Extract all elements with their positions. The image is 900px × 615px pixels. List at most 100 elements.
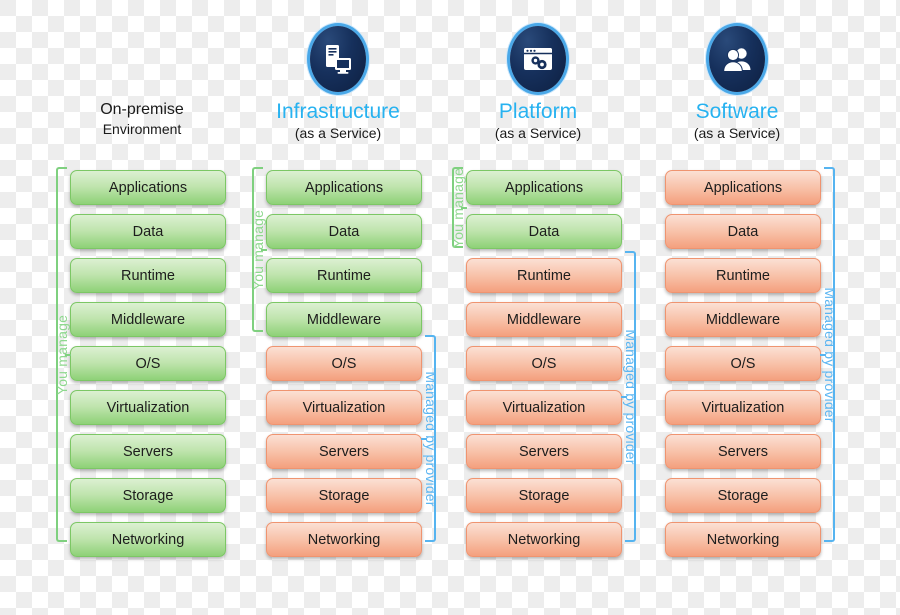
- layer-label: Applications: [108, 179, 188, 196]
- layer-label: Storage: [122, 487, 174, 504]
- layer-box-infrastructure-virtualization[interactable]: Virtualization: [266, 390, 422, 425]
- layer-label: Servers: [319, 443, 369, 460]
- layer-box-on-premise-o-s[interactable]: O/S: [70, 346, 226, 381]
- layer-label: Applications: [304, 179, 384, 196]
- service-model-column-software: Software (as a Service) Applications Dat…: [637, 0, 837, 615]
- layer-stack-infrastructure: Applications Data Runtime Middleware O/S…: [266, 170, 422, 566]
- layer-box-infrastructure-servers[interactable]: Servers: [266, 434, 422, 469]
- layer-label: Networking: [111, 531, 185, 548]
- layer-box-infrastructure-middleware[interactable]: Middleware: [266, 302, 422, 337]
- layer-label: Networking: [307, 531, 381, 548]
- column-header-platform: Platform (as a Service): [438, 26, 638, 142]
- layer-label: Virtualization: [302, 399, 386, 416]
- service-model-column-platform: Platform (as a Service) Applications Dat…: [438, 0, 638, 615]
- layer-label: Applications: [504, 179, 584, 196]
- layer-box-platform-middleware[interactable]: Middleware: [466, 302, 622, 337]
- layer-stack-on-premise: Applications Data Runtime Middleware O/S…: [70, 170, 226, 566]
- layer-box-infrastructure-data[interactable]: Data: [266, 214, 422, 249]
- layer-box-infrastructure-applications[interactable]: Applications: [266, 170, 422, 205]
- you-manage-label: You manage: [249, 209, 266, 290]
- layer-box-on-premise-data[interactable]: Data: [70, 214, 226, 249]
- layer-label: Virtualization: [502, 399, 586, 416]
- layer-label: Runtime: [317, 267, 371, 284]
- layer-label: Data: [727, 223, 759, 240]
- layer-label: Data: [528, 223, 560, 240]
- layer-box-software-applications[interactable]: Applications: [665, 170, 821, 205]
- layer-box-platform-networking[interactable]: Networking: [466, 522, 622, 557]
- browser-gears-icon: [510, 26, 566, 92]
- layer-label: O/S: [730, 355, 756, 372]
- column-title-software: Software: [695, 100, 779, 123]
- layer-label: Middleware: [506, 311, 582, 328]
- column-subtitle-infrastructure: (as a Service): [294, 125, 382, 141]
- server-monitor-icon: [310, 26, 366, 92]
- managed-by-provider-bracket-software: Managed by provider: [820, 167, 838, 542]
- layer-label: Servers: [718, 443, 768, 460]
- layer-box-on-premise-servers[interactable]: Servers: [70, 434, 226, 469]
- column-subtitle-platform: (as a Service): [494, 125, 582, 141]
- layer-label: Data: [328, 223, 360, 240]
- layer-box-software-storage[interactable]: Storage: [665, 478, 821, 513]
- column-header-on-premise: On-premise Environment: [42, 26, 242, 138]
- layer-box-on-premise-networking[interactable]: Networking: [70, 522, 226, 557]
- layer-box-on-premise-runtime[interactable]: Runtime: [70, 258, 226, 293]
- layer-box-platform-storage[interactable]: Storage: [466, 478, 622, 513]
- layer-box-platform-data[interactable]: Data: [466, 214, 622, 249]
- layer-label: Middleware: [705, 311, 781, 328]
- column-subtitle-software: (as a Service): [693, 125, 781, 141]
- cloud-service-models-diagram: On-premise Environment Applications Data…: [0, 0, 900, 615]
- layer-label: Networking: [706, 531, 780, 548]
- layer-box-software-runtime[interactable]: Runtime: [665, 258, 821, 293]
- you-manage-label: You manage: [53, 314, 70, 395]
- layer-box-on-premise-virtualization[interactable]: Virtualization: [70, 390, 226, 425]
- layer-label: Virtualization: [106, 399, 190, 416]
- layer-box-software-data[interactable]: Data: [665, 214, 821, 249]
- layer-label: Applications: [703, 179, 783, 196]
- managed-by-provider-label: Managed by provider: [821, 286, 838, 423]
- layer-box-platform-o-s[interactable]: O/S: [466, 346, 622, 381]
- layer-box-software-networking[interactable]: Networking: [665, 522, 821, 557]
- column-header-software: Software (as a Service): [637, 26, 837, 142]
- layer-label: Servers: [519, 443, 569, 460]
- layer-box-infrastructure-networking[interactable]: Networking: [266, 522, 422, 557]
- column-header-infrastructure: Infrastructure (as a Service): [238, 26, 438, 142]
- layer-box-software-servers[interactable]: Servers: [665, 434, 821, 469]
- layer-box-software-o-s[interactable]: O/S: [665, 346, 821, 381]
- layer-label: Storage: [717, 487, 769, 504]
- you-manage-bracket-on-premise: You manage: [53, 167, 71, 542]
- managed-by-provider-label: Managed by provider: [422, 370, 439, 507]
- you-manage-bracket-platform: You manage: [450, 167, 467, 248]
- layer-label: O/S: [135, 355, 161, 372]
- layer-box-platform-virtualization[interactable]: Virtualization: [466, 390, 622, 425]
- layer-box-platform-servers[interactable]: Servers: [466, 434, 622, 469]
- layer-label: Middleware: [110, 311, 186, 328]
- layer-label: Storage: [518, 487, 570, 504]
- layer-stack-software: Applications Data Runtime Middleware O/S…: [665, 170, 821, 566]
- column-title-platform: Platform: [498, 100, 578, 123]
- layer-label: Data: [132, 223, 164, 240]
- layer-box-infrastructure-o-s[interactable]: O/S: [266, 346, 422, 381]
- layer-box-on-premise-storage[interactable]: Storage: [70, 478, 226, 513]
- you-manage-bracket-infrastructure: You manage: [249, 167, 267, 332]
- layer-box-on-premise-middleware[interactable]: Middleware: [70, 302, 226, 337]
- service-model-column-on-premise: On-premise Environment Applications Data…: [42, 0, 242, 615]
- layer-stack-platform: Applications Data Runtime Middleware O/S…: [466, 170, 622, 566]
- layer-box-software-virtualization[interactable]: Virtualization: [665, 390, 821, 425]
- layer-label: O/S: [531, 355, 557, 372]
- layer-box-platform-applications[interactable]: Applications: [466, 170, 622, 205]
- column-title-infrastructure: Infrastructure: [276, 100, 400, 123]
- layer-box-software-middleware[interactable]: Middleware: [665, 302, 821, 337]
- layer-label: O/S: [331, 355, 357, 372]
- column-title-on-premise: On-premise: [100, 101, 184, 118]
- layer-label: Servers: [123, 443, 173, 460]
- layer-label: Storage: [318, 487, 370, 504]
- layer-box-platform-runtime[interactable]: Runtime: [466, 258, 622, 293]
- managed-by-provider-bracket-platform: Managed by provider: [621, 251, 639, 542]
- layer-box-infrastructure-runtime[interactable]: Runtime: [266, 258, 422, 293]
- column-subtitle-on-premise: Environment: [102, 121, 182, 137]
- layer-box-on-premise-applications[interactable]: Applications: [70, 170, 226, 205]
- layer-box-infrastructure-storage[interactable]: Storage: [266, 478, 422, 513]
- layer-label: Runtime: [716, 267, 770, 284]
- layer-label: Virtualization: [701, 399, 785, 416]
- users-icon: [709, 26, 765, 92]
